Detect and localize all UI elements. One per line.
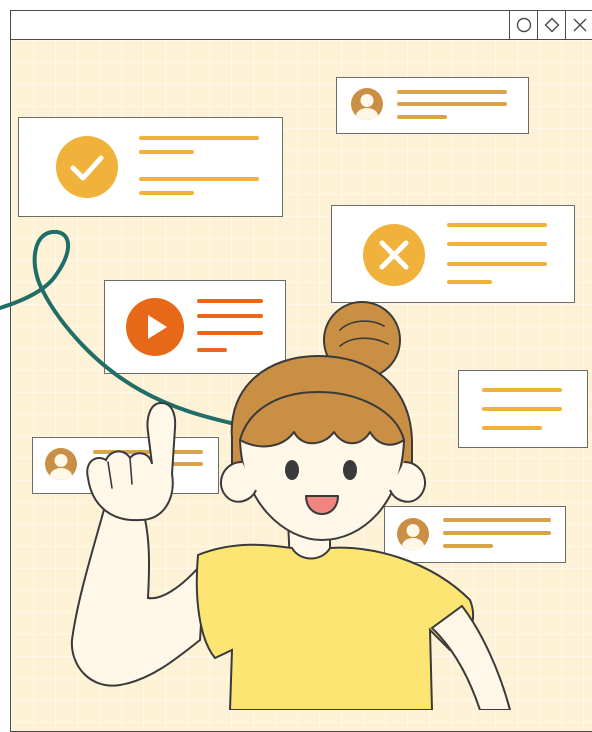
right-arm	[430, 604, 512, 710]
woman-illustration	[0, 229, 512, 710]
right-eye	[343, 460, 357, 480]
hand	[86, 401, 177, 522]
raised-arm	[70, 493, 207, 687]
left-eye	[285, 460, 299, 480]
string-line	[0, 229, 237, 426]
